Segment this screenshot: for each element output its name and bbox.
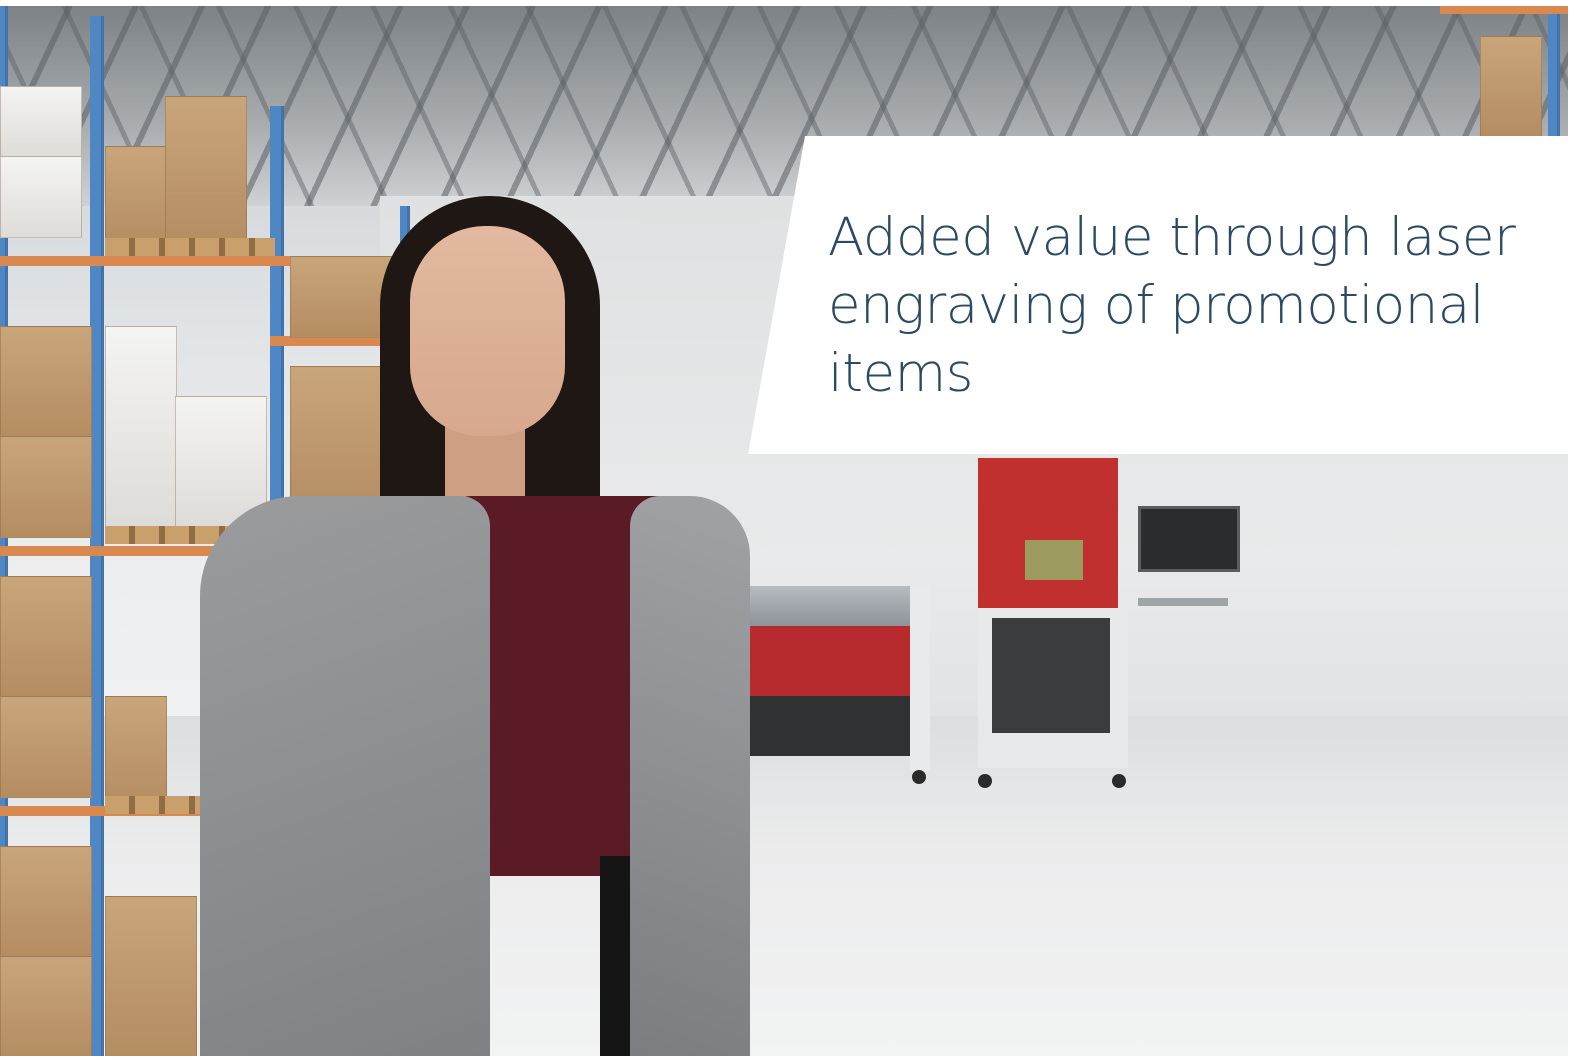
laser-marking-window <box>1025 540 1083 580</box>
storage-box <box>105 326 177 528</box>
person-face <box>410 226 565 436</box>
storage-box <box>1480 36 1542 138</box>
storage-box <box>0 156 82 238</box>
shelf-beam <box>1440 6 1568 14</box>
laser-engraver-stand <box>910 586 930 771</box>
storage-box <box>0 846 92 958</box>
storage-box <box>0 436 92 538</box>
person-photo <box>200 196 760 1056</box>
laser-marking-enclosure <box>978 458 1118 608</box>
caster-wheel <box>978 774 992 788</box>
storage-box <box>0 696 92 798</box>
shelf-upright <box>1548 6 1560 146</box>
laser-marking-station <box>978 458 1240 798</box>
monitor <box>1138 506 1240 572</box>
laser-marking-door <box>992 618 1110 733</box>
hero-headline: Added value through laser engraving of p… <box>828 207 1516 404</box>
warehouse-shelving-right <box>1440 6 1568 146</box>
storage-box <box>0 576 92 698</box>
hero-banner: Added value through laser engraving of p… <box>0 6 1568 1056</box>
person-blazer-left <box>200 496 490 1056</box>
shelf-upright <box>90 16 104 1056</box>
caster-wheel <box>1112 774 1126 788</box>
storage-box <box>0 956 92 1056</box>
storage-box <box>0 86 82 158</box>
person-blazer-right <box>630 496 750 1056</box>
caster-wheel <box>912 770 926 784</box>
storage-box <box>105 696 167 808</box>
monitor-arm <box>1138 598 1228 606</box>
storage-box <box>105 896 197 1056</box>
storage-box <box>0 326 92 438</box>
